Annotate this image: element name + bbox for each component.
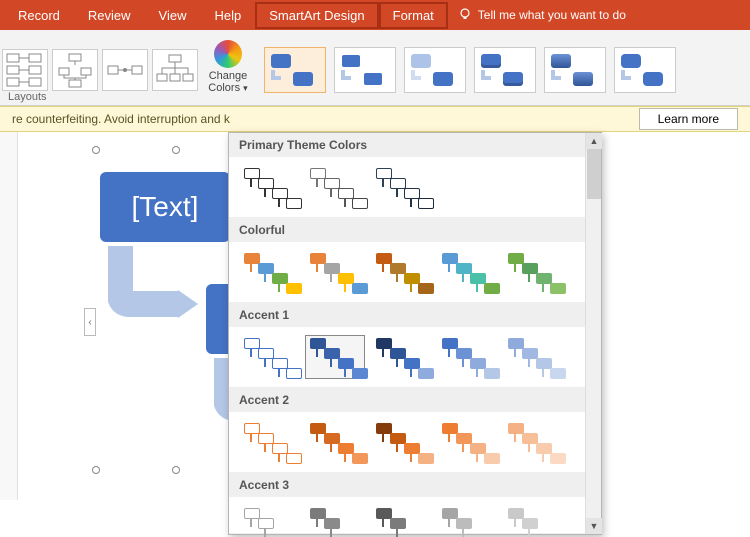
selection-handle[interactable]	[92, 466, 100, 474]
style-option-5[interactable]	[544, 47, 606, 93]
section-header: Accent 1	[229, 303, 601, 327]
tell-me-label: Tell me what you want to do	[478, 8, 626, 22]
color-swatch[interactable]	[503, 420, 563, 464]
change-colors-button[interactable]: Change Colors ▾	[202, 37, 254, 103]
change-colors-dropdown: ▲ ▼ Primary Theme Colors Colorful Accent…	[228, 132, 602, 535]
color-swatch[interactable]	[437, 420, 497, 464]
message-bar-text: re counterfeiting. Avoid interruption an…	[12, 112, 230, 126]
color-swatch[interactable]	[239, 505, 299, 525]
color-swatch[interactable]	[371, 165, 431, 209]
color-swatch[interactable]	[305, 335, 365, 379]
slide-canvas: ‹ [Text] ▲ ▼ Primary Theme Colors Colorf…	[0, 132, 750, 500]
section-accent2: Accent 2	[229, 388, 601, 473]
selection-handle[interactable]	[92, 146, 100, 154]
color-swatch[interactable]	[239, 335, 299, 379]
smartart-node-1[interactable]: [Text]	[100, 172, 230, 242]
tab-view[interactable]: View	[145, 2, 201, 29]
section-header: Primary Theme Colors	[229, 133, 601, 157]
color-swatch[interactable]	[503, 505, 563, 525]
color-swatch[interactable]	[371, 505, 431, 525]
scroll-thumb[interactable]	[587, 149, 601, 199]
color-swatch[interactable]	[437, 335, 497, 379]
color-swatch[interactable]	[503, 250, 563, 294]
section-header: Accent 3	[229, 473, 601, 497]
section-header: Accent 2	[229, 388, 601, 412]
tab-smartart-design[interactable]: SmartArt Design	[255, 2, 378, 29]
color-swatch[interactable]	[305, 420, 365, 464]
color-swatch[interactable]	[305, 505, 365, 525]
color-swatch[interactable]	[239, 420, 299, 464]
message-bar: re counterfeiting. Avoid interruption an…	[0, 106, 750, 132]
color-swatch[interactable]	[371, 420, 431, 464]
color-swatch[interactable]	[371, 335, 431, 379]
smartart-connector	[108, 246, 198, 330]
style-option-4[interactable]	[474, 47, 536, 93]
tab-help[interactable]: Help	[201, 2, 256, 29]
section-colorful: Colorful	[229, 218, 601, 303]
dropdown-scrollbar[interactable]: ▲ ▼	[585, 133, 601, 534]
lightbulb-icon	[458, 7, 472, 24]
color-swatch[interactable]	[437, 250, 497, 294]
layout-option-2[interactable]	[52, 49, 98, 91]
ribbon-tab-strip: Record Review View Help SmartArt Design …	[0, 0, 750, 30]
scroll-down-button[interactable]: ▼	[586, 518, 602, 534]
chevron-left-icon: ‹	[88, 317, 91, 328]
section-accent1: Accent 1	[229, 303, 601, 388]
section-header: Colorful	[229, 218, 601, 242]
style-option-6[interactable]	[614, 47, 676, 93]
smartart-styles-gallery	[258, 42, 676, 98]
layout-option-4[interactable]	[152, 49, 198, 91]
tab-record[interactable]: Record	[4, 2, 74, 29]
selection-handle[interactable]	[172, 466, 180, 474]
layout-option-1[interactable]	[2, 49, 48, 91]
change-colors-label: Change Colors ▾	[203, 70, 253, 94]
tab-review[interactable]: Review	[74, 2, 145, 29]
color-swatch[interactable]	[437, 505, 497, 525]
selection-handle[interactable]	[172, 146, 180, 154]
style-option-1[interactable]	[264, 47, 326, 93]
tab-format[interactable]: Format	[379, 2, 448, 29]
color-swatch[interactable]	[239, 250, 299, 294]
vertical-ruler	[0, 132, 18, 500]
section-primary-theme: Primary Theme Colors	[229, 133, 601, 218]
color-swatch[interactable]	[305, 165, 365, 209]
section-accent3: Accent 3	[229, 473, 601, 534]
color-swatch[interactable]	[371, 250, 431, 294]
scroll-up-button[interactable]: ▲	[586, 133, 602, 149]
color-swatch[interactable]	[239, 165, 299, 209]
ribbon: Change Colors ▾	[0, 30, 750, 106]
layout-option-3[interactable]	[102, 49, 148, 91]
color-swatch[interactable]	[305, 250, 365, 294]
text-pane-toggle[interactable]: ‹	[84, 308, 96, 336]
color-swatch[interactable]	[503, 335, 563, 379]
layouts-group-label: Layouts	[2, 89, 53, 105]
tell-me-search[interactable]: Tell me what you want to do	[458, 7, 626, 24]
learn-more-button[interactable]: Learn more	[639, 108, 738, 130]
color-wheel-icon	[214, 40, 242, 68]
style-option-2[interactable]	[334, 47, 396, 93]
style-option-3[interactable]	[404, 47, 466, 93]
